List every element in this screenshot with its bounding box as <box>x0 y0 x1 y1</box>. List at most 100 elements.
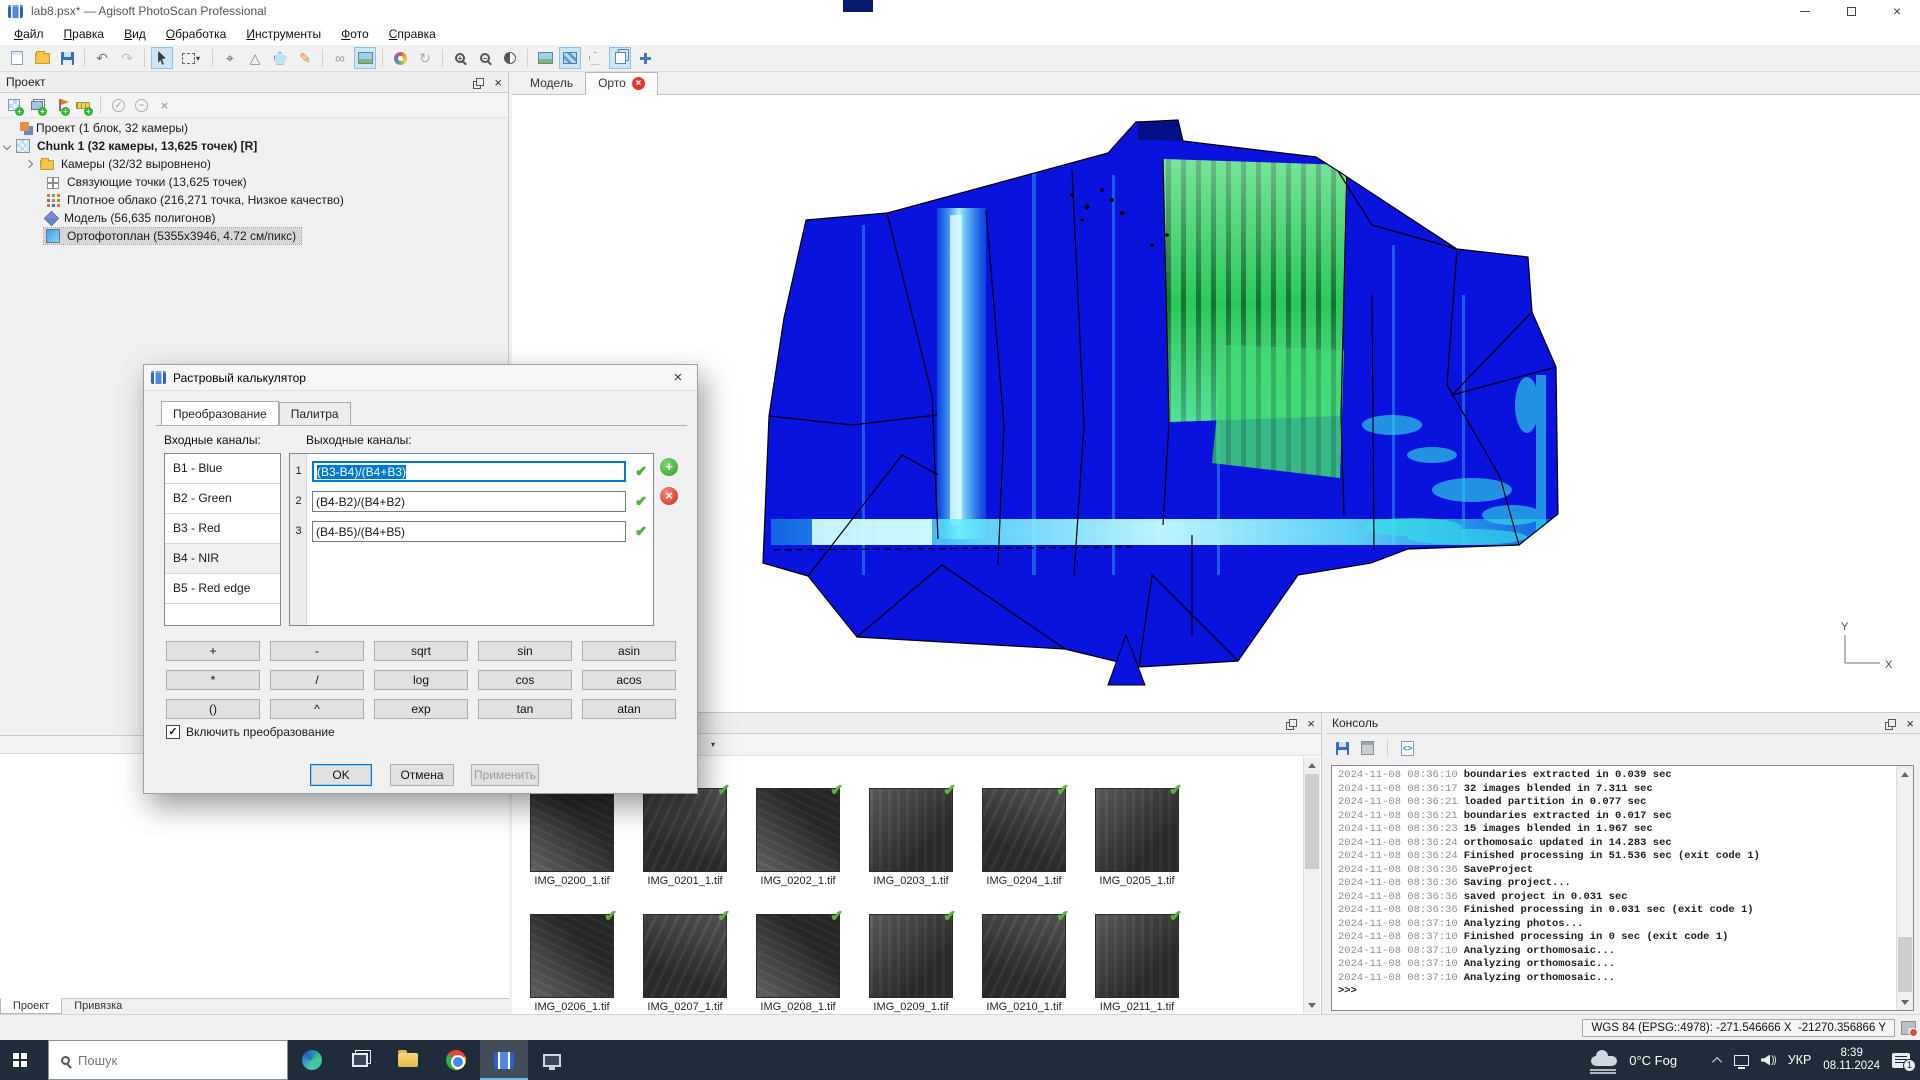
expression-input[interactable]: (B4-B2)/(B4+B2) <box>312 491 626 512</box>
palette-icon[interactable] <box>389 47 411 69</box>
operator-button[interactable]: () <box>166 699 260 719</box>
enable-item-icon[interactable]: ✓ <box>110 97 127 114</box>
run-script-icon[interactable]: <> <box>1399 740 1416 757</box>
scroll-down-icon[interactable] <box>1304 997 1320 1013</box>
operator-button[interactable]: acos <box>582 670 676 690</box>
wireframe-icon[interactable] <box>584 47 606 69</box>
float-panel-icon[interactable] <box>1289 719 1297 727</box>
menu-photo[interactable]: Фото <box>331 24 379 44</box>
photo-item[interactable]: ✔ IMG_0208_1.tif <box>756 914 840 1013</box>
photo-thumbnail[interactable]: ✔ <box>756 788 840 872</box>
console-prompt[interactable]: >>> <box>1338 985 1913 999</box>
menu-file[interactable]: Файл <box>4 24 54 44</box>
dialog-title-bar[interactable]: Растровый калькулятор × <box>144 365 697 391</box>
update-icon[interactable]: ↻ <box>414 47 436 69</box>
menu-view[interactable]: Вид <box>114 24 156 44</box>
operator-button[interactable]: sin <box>478 641 572 661</box>
remove-channel-button[interactable]: × <box>660 487 678 505</box>
menu-edit[interactable]: Правка <box>54 24 115 44</box>
photo-item[interactable]: ✔ IMG_0211_1.tif <box>1095 914 1179 1013</box>
show-seams-icon[interactable] <box>559 47 581 69</box>
input-channel-item[interactable]: B1 - Blue <box>165 454 280 484</box>
language-indicator[interactable]: УКР <box>1788 1053 1812 1067</box>
attach-markers-icon[interactable]: ∞ <box>329 47 351 69</box>
chevron-right-icon[interactable] <box>25 160 33 168</box>
tab-transform[interactable]: Преобразование <box>161 401 279 426</box>
disable-item-icon[interactable]: − <box>133 97 150 114</box>
tray-expand-icon[interactable] <box>1712 1056 1722 1066</box>
photo-item[interactable]: ✔ IMG_0202_1.tif <box>756 788 840 887</box>
input-channel-item[interactable]: B3 - Red <box>165 514 280 544</box>
open-project-icon[interactable] <box>31 47 53 69</box>
input-channel-item[interactable]: B5 - Red edge <box>165 574 280 604</box>
dialog-close-icon[interactable]: × <box>659 365 697 391</box>
start-button[interactable] <box>0 1040 48 1080</box>
redo-icon[interactable]: ↷ <box>116 47 138 69</box>
operator-button[interactable]: asin <box>582 641 676 661</box>
operator-button[interactable]: log <box>374 670 468 690</box>
tab-project[interactable]: Проект <box>0 998 62 1014</box>
add-channel-button[interactable]: + <box>660 458 678 476</box>
operator-button[interactable]: exp <box>374 699 468 719</box>
tab-ortho[interactable]: Орто × <box>585 72 658 95</box>
minimize-button[interactable] <box>1782 0 1828 22</box>
clear-log-icon[interactable] <box>1359 740 1376 757</box>
menu-tools[interactable]: Инструменты <box>236 24 331 44</box>
photo-thumbnail[interactable]: ✔ <box>530 788 614 872</box>
ortho-view-canvas[interactable]: Y X <box>512 95 1920 712</box>
scroll-up-icon[interactable] <box>1304 757 1320 773</box>
dropdown-icon[interactable]: ▾ <box>711 740 715 749</box>
photo-thumbnail[interactable]: ✔ <box>643 914 727 998</box>
checkbox-checked-icon[interactable]: ✓ <box>166 725 180 739</box>
operator-button[interactable]: * <box>166 670 260 690</box>
photo-thumbnail[interactable]: ✔ <box>1095 788 1179 872</box>
tree-item-model[interactable]: Модель (56,635 полигонов) <box>0 209 509 227</box>
taskbar-photoscan-icon[interactable] <box>480 1040 528 1080</box>
ruler-icon[interactable]: △ <box>244 47 266 69</box>
brightness-icon[interactable] <box>499 47 521 69</box>
draw-polygon-icon[interactable] <box>269 47 291 69</box>
photo-thumbnail[interactable]: ✔ <box>982 788 1066 872</box>
ok-button[interactable]: OK <box>310 764 372 786</box>
tree-item-chunk[interactable]: Chunk 1 (32 камеры, 13,625 точек) [R] <box>0 137 509 155</box>
search-input[interactable] <box>78 1053 248 1068</box>
chevron-down-icon[interactable] <box>3 142 11 150</box>
enable-transform-row[interactable]: ✓ Включить преобразование <box>166 725 335 739</box>
volume-icon[interactable]: )) <box>1761 1055 1776 1066</box>
clock[interactable]: 8:39 08.11.2024 <box>1823 1047 1880 1073</box>
taskbar-taskview-icon[interactable] <box>336 1040 384 1080</box>
float-panel-icon[interactable] <box>1888 719 1896 727</box>
photo-thumbnail[interactable]: ✔ <box>869 788 953 872</box>
close-panel-icon[interactable]: × <box>1307 717 1315 730</box>
tree-item-orthomosaic[interactable]: Ортофотоплан (5355x3946, 4.72 см/пикс) <box>0 227 509 245</box>
tree-item-tiepoints[interactable]: Связующие точки (13,625 точек) <box>0 173 509 191</box>
taskbar-edge-icon[interactable] <box>288 1040 336 1080</box>
photo-item[interactable]: ✔ IMG_0210_1.tif <box>982 914 1066 1013</box>
notification-icon[interactable]: 1 <box>1892 1053 1910 1068</box>
draw-polyline-icon[interactable]: ✎ <box>294 47 316 69</box>
menu-workflow[interactable]: Обработка <box>156 24 237 44</box>
close-tab-icon[interactable]: × <box>632 77 645 90</box>
tree-item-densecloud[interactable]: Плотное облако (216,271 точка, Низкое ка… <box>0 191 509 209</box>
operator-button[interactable]: - <box>270 641 364 661</box>
zoom-out-icon[interactable]: − <box>474 47 496 69</box>
taskbar-chrome-icon[interactable] <box>432 1040 480 1080</box>
photo-item[interactable]: ✔ IMG_0203_1.tif <box>869 788 953 887</box>
photos-scrollbar[interactable] <box>1303 757 1320 1013</box>
scroll-up-icon[interactable] <box>1897 766 1913 782</box>
network-icon[interactable] <box>1734 1055 1749 1066</box>
photo-thumbnail[interactable]: ✔ <box>756 914 840 998</box>
photo-thumbnail[interactable]: ✔ <box>982 914 1066 998</box>
photo-item[interactable]: ✔ IMG_0205_1.tif <box>1095 788 1179 887</box>
add-chunk-icon[interactable] <box>5 97 22 114</box>
undo-icon[interactable]: ↶ <box>91 47 113 69</box>
scroll-down-icon[interactable] <box>1897 994 1913 1010</box>
expression-input[interactable]: (B3-B4)/(B4+B3) <box>312 461 626 482</box>
photo-item[interactable]: ✔ IMG_0201_1.tif <box>643 788 727 887</box>
add-photos-icon[interactable] <box>28 97 45 114</box>
operator-button[interactable]: + <box>166 641 260 661</box>
photo-item[interactable]: ✔ IMG_0200_1.tif <box>530 788 614 887</box>
scrollbar-thumb[interactable] <box>1898 937 1912 992</box>
operator-button[interactable]: atan <box>582 699 676 719</box>
maximize-button[interactable] <box>1828 0 1874 22</box>
